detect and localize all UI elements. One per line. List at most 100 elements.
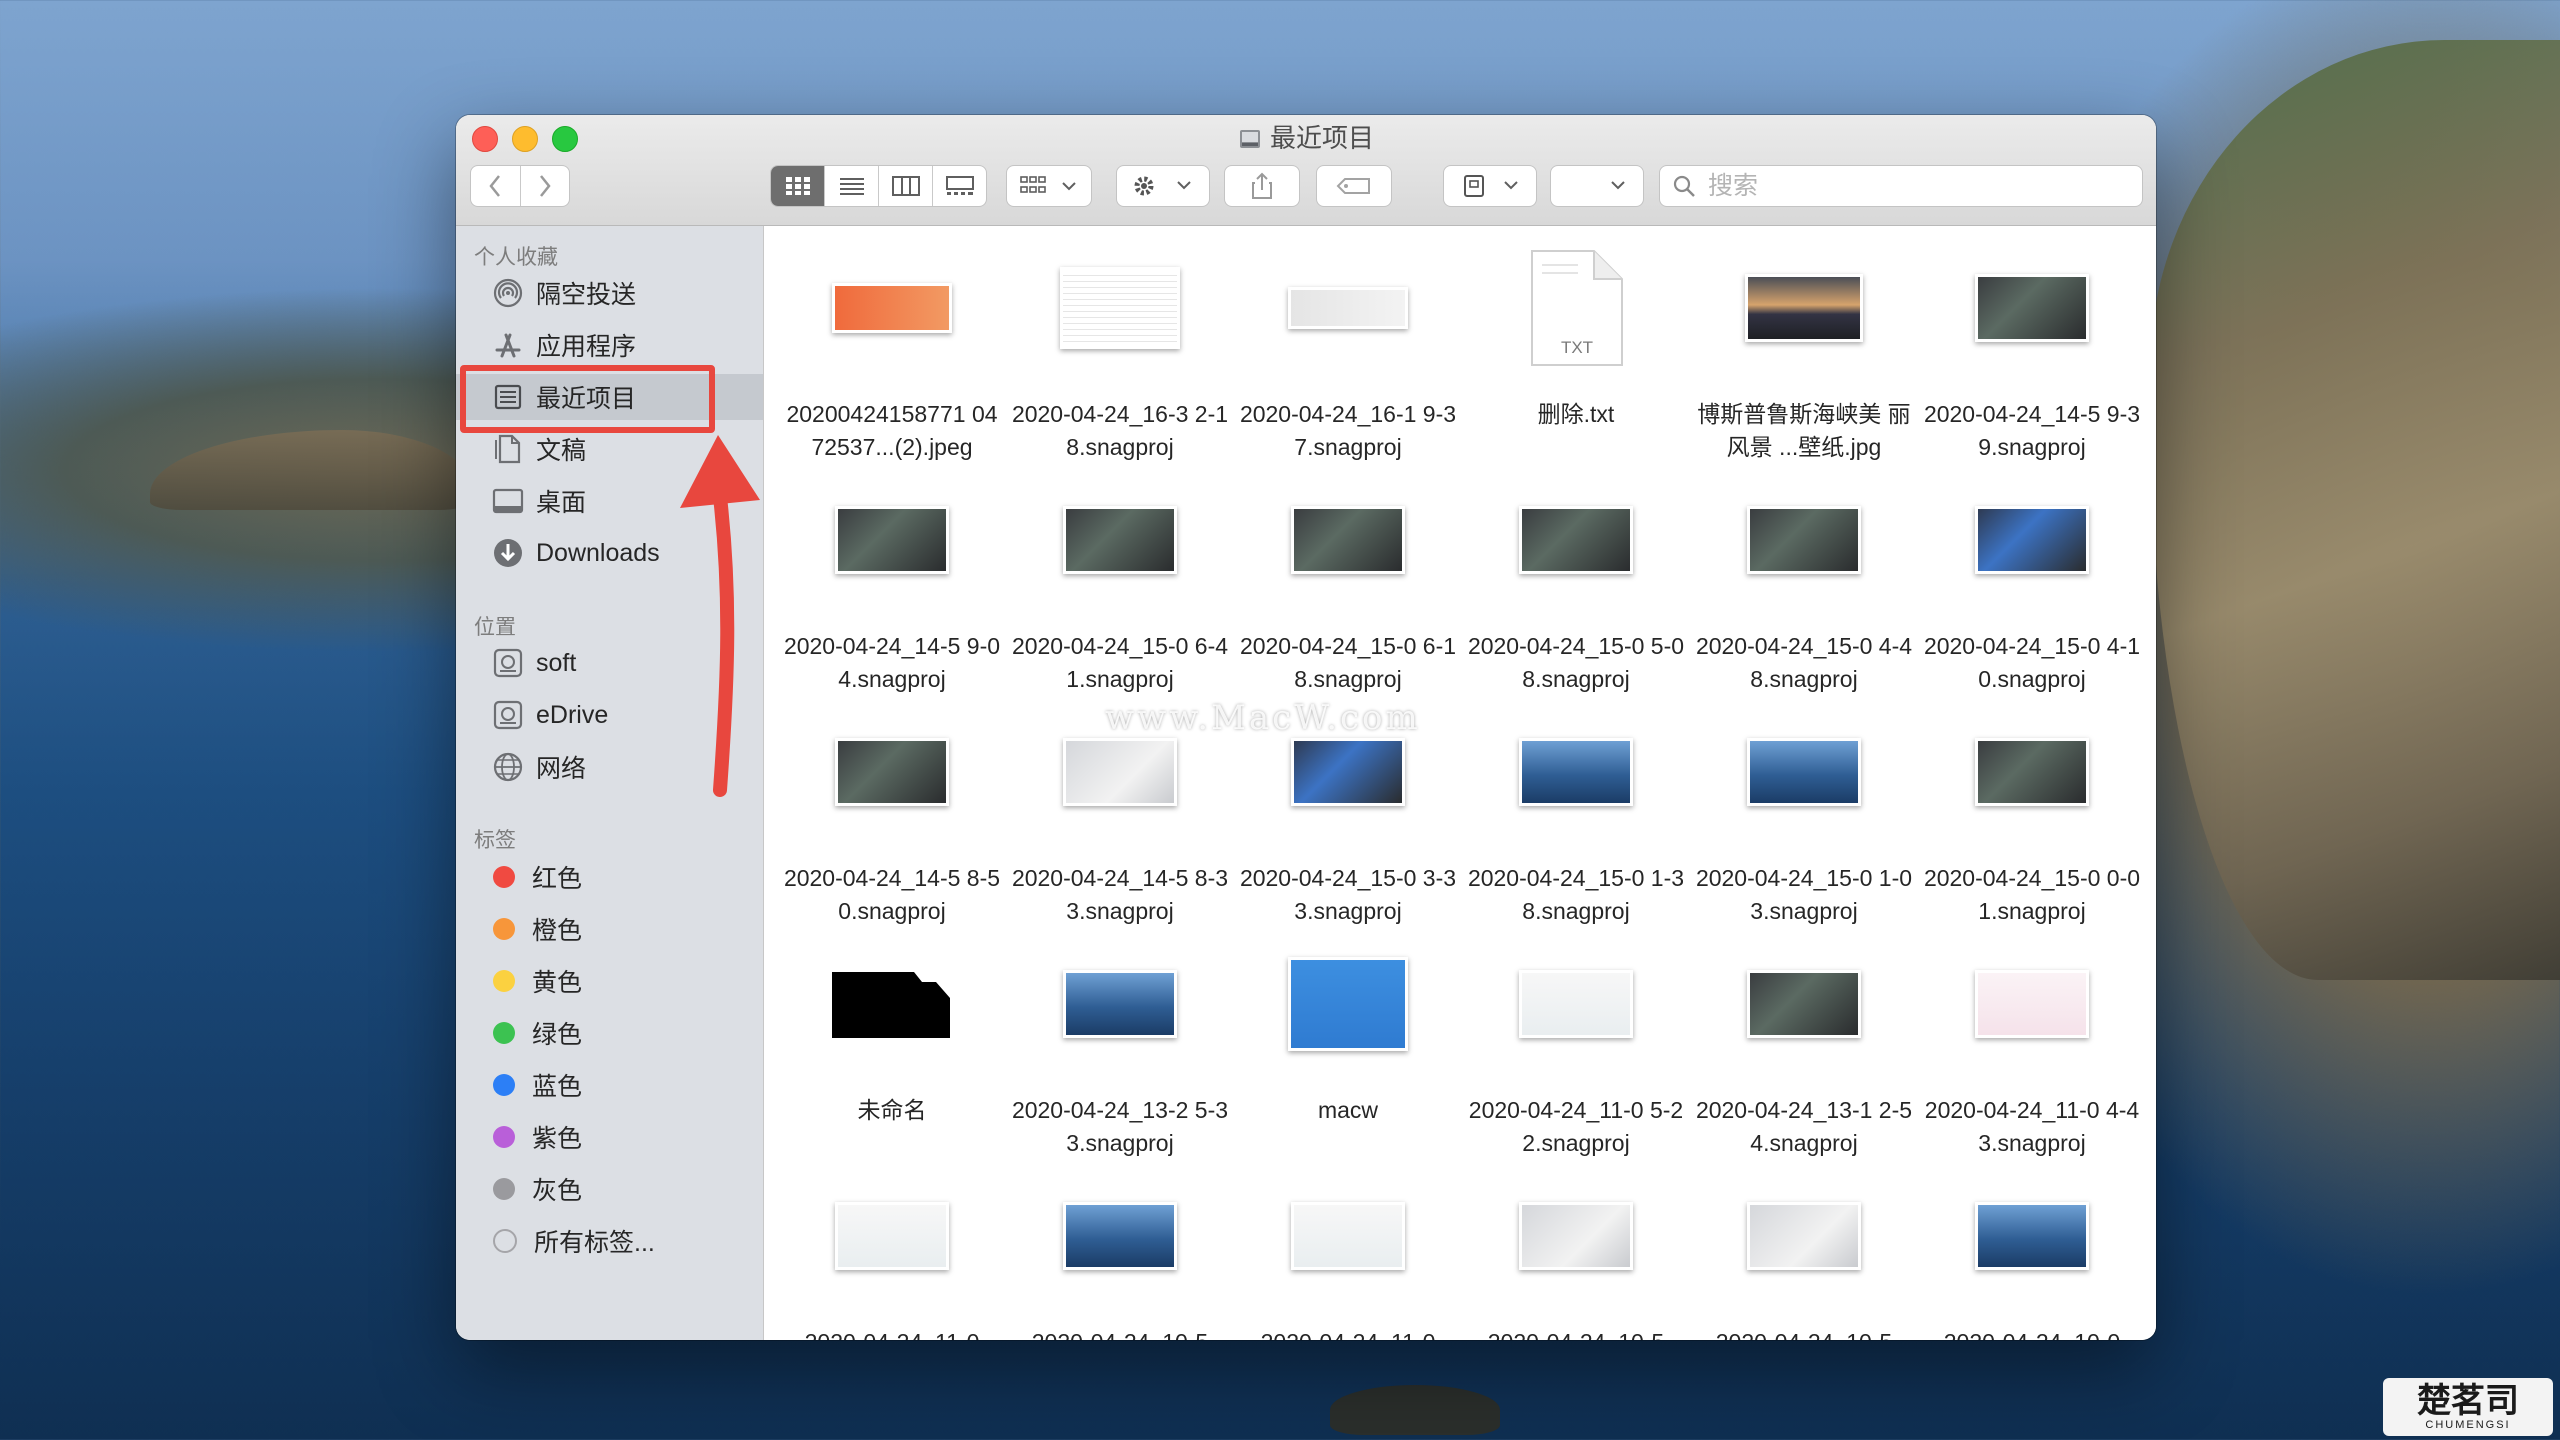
sidebar-item-label: 应用程序 [536,333,637,361]
watermark-text: www.MacW.com [1105,698,1421,738]
file-name: 2020-04-24_15-0 3-33.snagproj [1239,865,1457,924]
forward-button[interactable] [521,166,570,206]
file-name: 2020-04-24_13-1 2-54.snagproj [1695,1097,1913,1156]
tag-color-dot [493,866,515,888]
file-item[interactable]: 20200424158771 0472537...(2).jpeg [778,244,1006,476]
file-thumbnail [1060,267,1180,349]
file-item[interactable]: 2020-04-24_15-0 4-10.snagproj [1918,476,2146,708]
window-title: 最近项目 [456,121,2156,155]
file-item[interactable]: 2020-04-24_15-0 0-01.snagproj [1918,708,2146,940]
file-name: 2020-04-24_16-1 9-37.snagproj [1239,401,1457,460]
file-thumbnail-wrap [1918,1172,2146,1300]
file-item[interactable]: 博斯普鲁斯海峡美 丽风景 ...壁纸.jpg [1690,244,1918,476]
disk-icon [492,647,524,679]
file-item[interactable]: 2020-04-24_14-5 9-39.snagproj [1918,244,2146,476]
svg-text:TXT: TXT [1561,338,1593,357]
file-item[interactable]: 2020-04-24_13-2 5-33.snagproj [1006,940,1234,1172]
share-button[interactable] [1224,165,1300,207]
file-thumbnail [1975,506,2089,574]
search-input[interactable] [1706,170,2110,202]
file-item[interactable]: 2020-04-24_14-5 8-50.snagproj [778,708,1006,940]
file-thumbnail-wrap [1690,708,1918,836]
file-thumbnail [835,1202,949,1270]
file-thumbnail-wrap [1462,1172,1690,1300]
file-name: 2020-04-24_15-0 6-41.snagproj [1011,633,1229,692]
file-name: 20200424158771 0472537...(2).jpeg [786,401,998,460]
search-field[interactable] [1659,165,2143,207]
tag-color-dot [493,1178,515,1200]
file-item[interactable]: 2020-04-24_15-0 6-41.snagproj [1006,476,1234,708]
group-by-button[interactable] [1006,165,1092,207]
file-thumbnail-wrap [778,940,1006,1068]
file-item[interactable]: 2020-04-24_15-0 6-18.snagproj [1234,476,1462,708]
file-thumbnail [1975,1202,2089,1270]
tag-color-dot [493,918,515,940]
sidebar-item-label: 紫色 [532,1125,583,1153]
file-name: 2020-04-24_15-0 4-48.snagproj [1695,633,1913,692]
file-browser: 20200424158771 0472537...(2).jpeg 2020-04… [764,226,2156,1340]
sidebar-item-tag-yellow[interactable]: 黄色 [456,958,763,1004]
file-thumbnail-wrap [1462,476,1690,604]
file-item[interactable]: 2020-04-24_15-0 1-38.snagproj [1462,708,1690,940]
sidebar-item-tag-blue[interactable]: 蓝色 [456,1062,763,1108]
disk-icon [492,699,524,731]
file-thumbnail [1975,738,2089,806]
sidebar-item-tag-orange[interactable]: 橙色 [456,906,763,952]
sidebar-item-airdrop[interactable]: 隔空投送 [456,270,763,316]
recents-icon [1239,130,1260,148]
file-item[interactable]: 2020-04-24_10-0 [1918,1172,2146,1340]
dropbox-menu-button[interactable] [1443,165,1537,207]
sidebar-item-tag-gray[interactable]: 灰色 [456,1166,763,1212]
share-icon [1252,172,1272,199]
file-item[interactable]: 2020-04-24_15-0 1-03.snagproj [1690,708,1918,940]
column-view-button[interactable] [879,166,933,206]
sidebar-item-label: 黄色 [532,969,583,997]
file-item[interactable]: 2020-04-24_15-0 5-08.snagproj [1462,476,1690,708]
sidebar-item-tag-purple[interactable]: 紫色 [456,1114,763,1160]
action-menu-button[interactable] [1116,165,1210,207]
sidebar-item-label: 蓝色 [532,1073,583,1101]
file-item[interactable]: 2020-04-24_16-3 2-18.snagproj [1006,244,1234,476]
file-thumbnail-wrap [1006,1172,1234,1300]
sidebar-item-tag-green[interactable]: 绿色 [456,1010,763,1056]
file-item[interactable]: TXT 删除.txt [1462,244,1690,476]
file-item[interactable]: 2020-04-24_11-0 4-43.snagproj [1918,940,2146,1172]
file-item[interactable]: 2020-04-24_13-1 2-54.snagproj [1690,940,1918,1172]
view-mode-switcher [770,165,987,207]
sidebar-item-all-tags[interactable]: 所有标签... [456,1218,763,1264]
file-item[interactable]: 2020-04-24_16-1 9-37.snagproj [1234,244,1462,476]
file-item[interactable]: 2020-04-24_11-0 [778,1172,1006,1340]
file-item[interactable]: 2020-04-24_14-5 9-04.snagproj [778,476,1006,708]
file-item[interactable]: 2020-04-24_15-0 4-48.snagproj [1690,476,1918,708]
file-name: 未命名 [857,1097,927,1123]
tag-button[interactable] [1316,165,1392,207]
file-name: 2020-04-24_11-0 [781,1326,1003,1340]
sidebar-item-label: 绿色 [532,1021,583,1049]
sidebar-item-tag-red[interactable]: 红色 [456,854,763,900]
background-island-left [150,430,470,510]
file-thumbnail [835,738,949,806]
file-item[interactable]: 2020-04-24_11-0 5-22.snagproj [1462,940,1690,1172]
file-thumbnail [1975,970,2089,1038]
file-thumbnail-wrap: TXT [1462,244,1690,372]
file-item[interactable]: 2020-04-24_11-0 [1234,1172,1462,1340]
file-item[interactable]: 2020-04-24_14-5 8-33.snagproj [1006,708,1234,940]
file-name: 2020-04-24_15-0 4-10.snagproj [1923,633,2141,692]
file-item[interactable]: 2020-04-24_10-5 [1462,1172,1690,1340]
locations-header: 位置 [474,616,516,639]
sidebar-item-applications[interactable]: 应用程序 [456,322,763,368]
list-view-button[interactable] [825,166,879,206]
icon-view-button[interactable] [771,166,825,206]
file-thumbnail-wrap [1234,940,1462,1068]
back-button[interactable] [471,166,521,206]
file-item[interactable]: 未命名 [778,940,1006,1172]
file-thumbnail-wrap [1918,476,2146,604]
file-item[interactable]: 2020-04-24_15-0 3-33.snagproj [1234,708,1462,940]
file-item[interactable]: macw [1234,940,1462,1172]
file-item[interactable]: 2020-04-24_10-5 [1006,1172,1234,1340]
extra-menu-button[interactable] [1550,165,1644,207]
gallery-view-button[interactable] [933,166,986,206]
file-name: 2020-04-24_13-2 5-33.snagproj [1011,1097,1229,1156]
file-item[interactable]: 2020-04-24_10-5 [1690,1172,1918,1340]
file-thumbnail [1747,738,1861,806]
